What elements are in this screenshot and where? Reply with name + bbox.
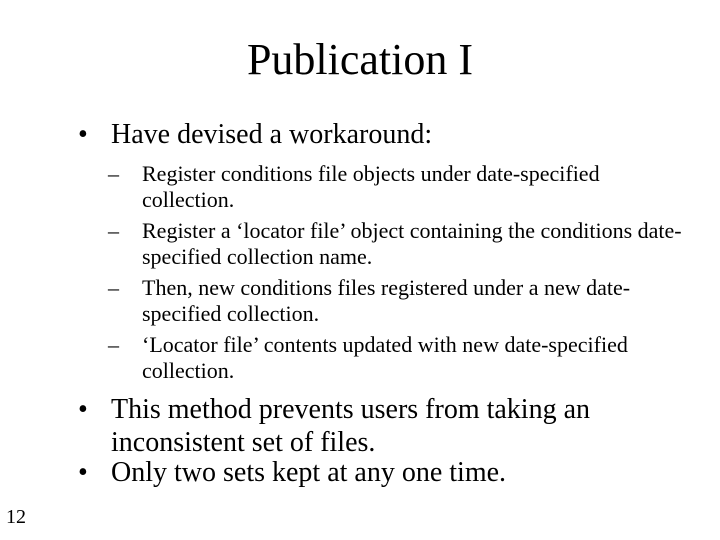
bullet-icon: • xyxy=(78,119,88,150)
sub-bullet-text: Register a ‘locator file’ object contain… xyxy=(142,218,682,269)
sub-bullet-item: – Register a ‘locator file’ object conta… xyxy=(108,218,698,270)
sub-bullet-item: – Register conditions file objects under… xyxy=(108,161,698,213)
slide-title: Publication I xyxy=(246,35,474,84)
bullet-item: • This method prevents users from taking… xyxy=(78,393,678,459)
sub-bullet-text: Then, new conditions files registered un… xyxy=(142,275,631,326)
sub-bullet-item: – ‘Locator file’ contents updated with n… xyxy=(108,332,698,384)
sub-bullet-text: Register conditions file objects under d… xyxy=(142,161,600,212)
bullet-item: • Have devised a workaround: xyxy=(78,118,678,151)
bullet-icon: • xyxy=(78,394,88,425)
bullet-text: Only two sets kept at any one time. xyxy=(111,457,507,488)
bullet-icon: • xyxy=(78,457,88,488)
sub-bullet-text: ‘Locator file’ contents updated with new… xyxy=(142,332,628,383)
bullet-text: This method prevents users from taking a… xyxy=(111,394,591,458)
bullet-item: • Only two sets kept at any one time. xyxy=(78,456,678,489)
dash-icon: – xyxy=(108,332,119,357)
dash-icon: – xyxy=(108,275,119,300)
page-number: 12 xyxy=(6,506,26,528)
sub-bullet-item: – Then, new conditions files registered … xyxy=(108,275,698,327)
bullet-text: Have devised a workaround: xyxy=(111,119,433,150)
dash-icon: – xyxy=(108,161,119,186)
dash-icon: – xyxy=(108,218,119,243)
